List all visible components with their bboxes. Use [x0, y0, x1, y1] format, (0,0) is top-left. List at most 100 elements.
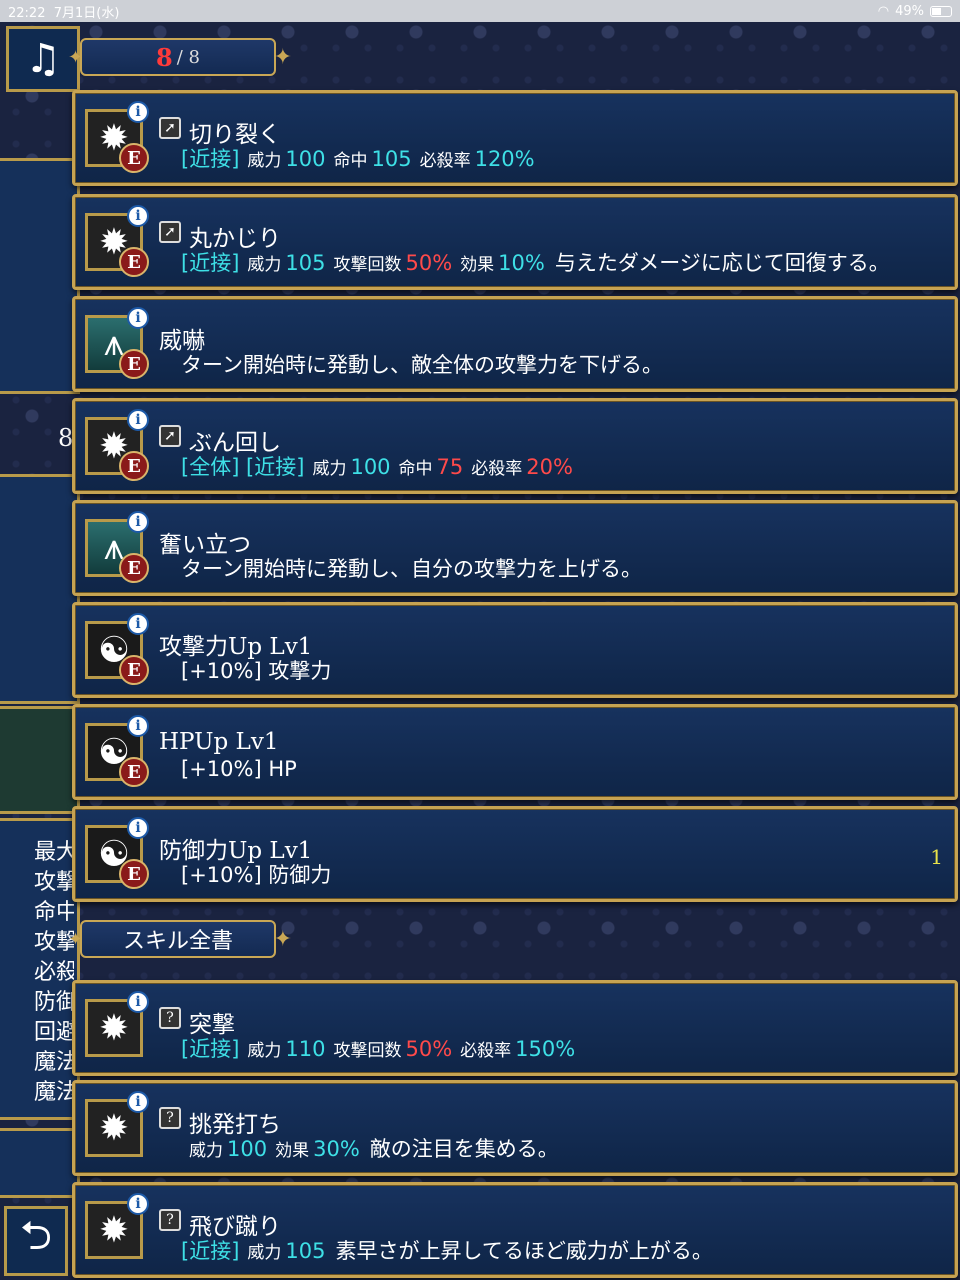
left-panel-2 [0, 474, 80, 704]
skill-card[interactable]: ⩚ i E 威嚇 ターン開始時に発動し、敵全体の攻撃力を下げる。 [72, 296, 958, 392]
equipped-badge-icon: E [119, 247, 149, 277]
stat-label: 威力 [247, 255, 282, 275]
stat-label: 効果 [460, 255, 495, 275]
stat-value: 150% [515, 1037, 576, 1061]
skill-detail: [近接] 威力 105 攻撃回数 50% 効果 10% 与えたダメージに応じて回復する。 [181, 247, 890, 277]
unknown-type-icon: ? [159, 1209, 181, 1231]
stat-value: 100 [350, 455, 391, 479]
skill-detail: [近接] 威力 105 素早さが上昇してるほど威力が上がる。 [181, 1235, 713, 1265]
info-icon[interactable]: i [127, 991, 149, 1013]
left-panel-1 [0, 158, 80, 394]
skillbook-header: スキル全書 [68, 920, 292, 958]
status-time: 22:22 [8, 5, 46, 21]
stat-label: 必殺 [34, 960, 74, 985]
skillbook-card[interactable]: ✹ i ? 飛び蹴り [近接] 威力 105 素早さが上昇してるほど威力が上がる。 [72, 1182, 958, 1278]
stat-label: 必殺率 [419, 151, 471, 171]
info-icon[interactable]: i [127, 715, 149, 737]
stat-label: 攻撃回数 [333, 1041, 402, 1061]
stat-value: 30% [313, 1137, 360, 1161]
equipped-badge-icon: E [119, 143, 149, 173]
attack-type-icon: ➚ [159, 425, 181, 447]
stat-label: 魔法 [34, 1080, 74, 1105]
status-bar: 22:22 7月1日(水) ◠ 49% [0, 0, 960, 22]
stat-label: 命中 [34, 900, 74, 925]
skill-detail: [+10%] 防御力 [181, 859, 331, 889]
stat-value: 105 [371, 147, 412, 171]
attack-type-icon: ➚ [159, 221, 181, 243]
info-icon[interactable]: i [127, 307, 149, 329]
skill-desc: [+10%] 防御力 [181, 863, 332, 887]
equipped-badge-icon: E [119, 451, 149, 481]
info-icon[interactable]: i [127, 101, 149, 123]
stat-label: 威力 [247, 1041, 282, 1061]
equipped-badge-icon: E [119, 349, 149, 379]
status-date: 7月1日(水) [53, 5, 120, 21]
stat-label: 魔法 [34, 1050, 74, 1075]
stat-label: 威力 [247, 151, 282, 171]
skill-detail: ターン開始時に発動し、自分の攻撃力を上げる。 [181, 553, 642, 583]
wifi-icon: ◠ [877, 3, 890, 19]
info-icon[interactable]: i [127, 409, 149, 431]
attack-type-icon: ➚ [159, 117, 181, 139]
equipped-badge-icon: E [119, 553, 149, 583]
character-portrait [0, 706, 80, 814]
stat-value: 75 [436, 455, 464, 479]
skill-desc: [+10%] HP [181, 757, 297, 781]
info-icon[interactable]: i [127, 511, 149, 533]
battery-icon [930, 5, 952, 17]
skill-card[interactable]: ☯ i E 攻撃力Up Lv1 [+10%] 攻撃力 [72, 602, 958, 698]
skillbook-title: スキル全書 [122, 929, 233, 954]
skill-card[interactable]: ⩚ i E 奮い立つ ターン開始時に発動し、自分の攻撃力を上げる。 [72, 500, 958, 596]
stat-label: 最大 [34, 840, 74, 865]
skill-card[interactable]: ✹ i E ➚ ぶん回し [全体] [近接] 威力 100 命中 75 必殺率 20% [72, 398, 958, 494]
skill-count: 1 [930, 845, 943, 869]
stat-value: 110 [285, 1037, 326, 1061]
stats-list: 最大 攻撃 命中 攻撃 必殺 防御 回避 魔法 魔法 [34, 838, 74, 1108]
stat-value: 120% [474, 147, 535, 171]
stat-label: 威力 [189, 1141, 223, 1161]
skill-detail: 威力 100 効果 30% 敵の注目を集める。 [181, 1133, 559, 1163]
skill-card[interactable]: ☯ i E HPUp Lv1 [+10%] HP [72, 704, 958, 800]
music-note-icon: ♫ [25, 36, 61, 82]
skill-detail: [近接] 威力 110 攻撃回数 50% 必殺率 150% [181, 1033, 575, 1063]
stat-label: 攻撃 [34, 870, 74, 895]
stat-label: 威力 [247, 1243, 282, 1263]
info-icon[interactable]: i [127, 1091, 149, 1113]
stat-value: 100 [227, 1137, 268, 1161]
stat-label: 命中 [333, 151, 368, 171]
skill-detail: [全体] [近接] 威力 100 命中 75 必殺率 20% [181, 451, 573, 481]
skillbook-card[interactable]: ✹ i ? 挑発打ち 威力 100 効果 30% 敵の注目を集める。 [72, 1080, 958, 1176]
equipped-count-header: 8/ 8 [68, 38, 292, 76]
back-button[interactable]: ⮌ [4, 1206, 68, 1276]
skill-detail: ターン開始時に発動し、敵全体の攻撃力を下げる。 [181, 349, 663, 379]
stat-value: 50% [405, 251, 453, 275]
stat-value: 105 [285, 1239, 326, 1263]
stat-value: 105 [285, 251, 326, 275]
stat-label: 必殺率 [460, 1041, 512, 1061]
unknown-type-icon: ? [159, 1007, 181, 1029]
stat-label: 回避 [34, 1020, 74, 1045]
back-arrow-icon: ⮌ [19, 1213, 53, 1259]
skill-detail: [近接] 威力 100 命中 105 必殺率 120% [181, 143, 535, 173]
equipped-badge-icon: E [119, 757, 149, 787]
skill-card[interactable]: ✹ i E ➚ 切り裂く [近接] 威力 100 命中 105 必殺率 120% [72, 90, 958, 186]
stat-value: 20% [526, 455, 573, 479]
skill-desc: 敵の注目を集める。 [369, 1137, 559, 1161]
skill-card[interactable]: ✹ i E ➚ 丸かじり [近接] 威力 105 攻撃回数 50% 効果 10% 与えたダメー… [72, 194, 958, 290]
left-panel-bottom [0, 1128, 80, 1198]
info-icon[interactable]: i [127, 1193, 149, 1215]
info-icon[interactable]: i [127, 613, 149, 635]
skill-desc: [+10%] 攻撃力 [181, 659, 332, 683]
skill-card[interactable]: ☯ i E 防御力Up Lv1 [+10%] 防御力 1 [72, 806, 958, 902]
equipped-badge-icon: E [119, 655, 149, 685]
info-icon[interactable]: i [127, 817, 149, 839]
stat-value: 100 [285, 147, 326, 171]
skill-tags: [近接] [181, 1239, 240, 1263]
skill-desc: 与えたダメージに応じて回復する。 [554, 251, 890, 275]
info-icon[interactable]: i [127, 205, 149, 227]
skill-detail: [+10%] 攻撃力 [181, 655, 331, 685]
skill-detail: [+10%] HP [181, 757, 297, 781]
equipped-current: 8 [156, 42, 173, 72]
skillbook-card[interactable]: ✹ i ? 突撃 [近接] 威力 110 攻撃回数 50% 必殺率 150% [72, 980, 958, 1076]
skill-tags: [近接] [181, 1037, 240, 1061]
